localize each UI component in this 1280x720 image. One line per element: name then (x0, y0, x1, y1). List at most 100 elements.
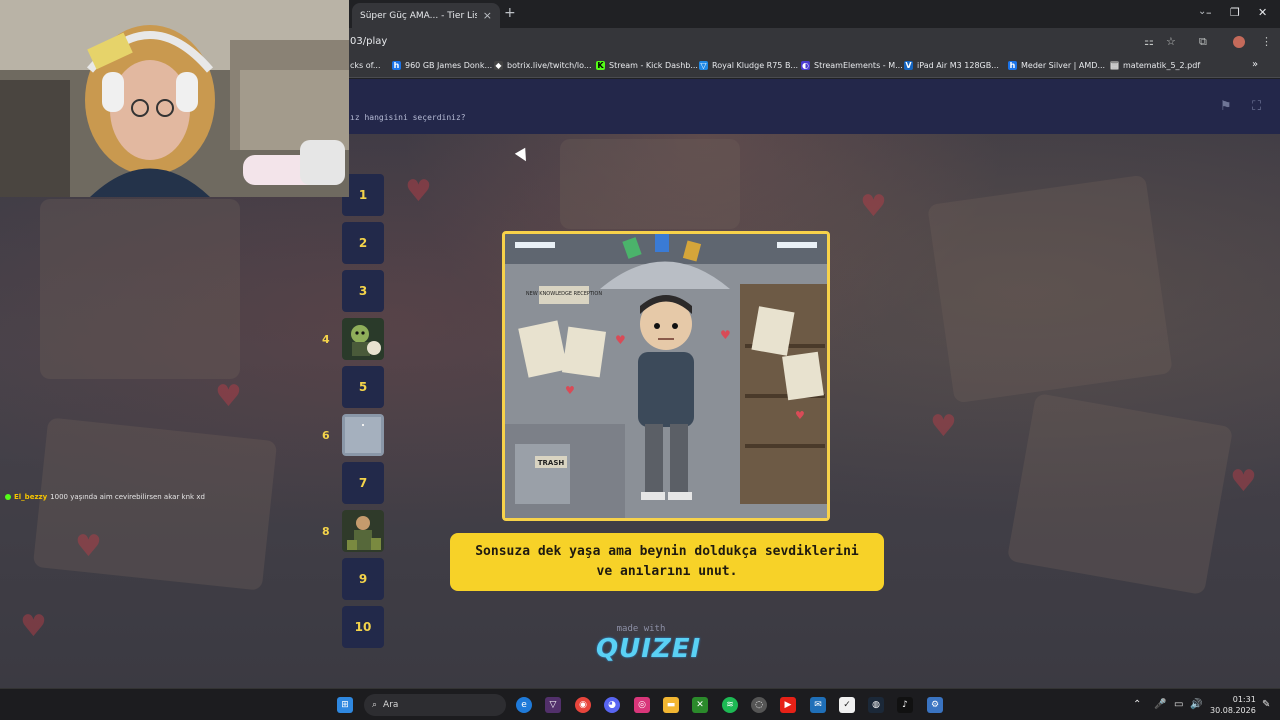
rank-slot-3[interactable]: 3 (342, 270, 384, 312)
windows-start-icon[interactable]: ⊞ (337, 697, 353, 713)
rank-label-8: 8 (322, 525, 330, 538)
fullscreen-icon[interactable]: ⛶ (1252, 99, 1261, 114)
flag-icon[interactable]: ⚑ (1220, 99, 1232, 114)
mail-icon[interactable]: ✉ (810, 697, 826, 713)
forgetful-immortal-illustration: NEW KNOWLEDGE RECEPTION TRASH ♥ ♥ ♥ ♥ (505, 234, 827, 518)
new-tab-icon[interactable]: + (504, 5, 516, 21)
zombie-thumbnail-image (342, 318, 384, 360)
spotify-icon[interactable]: ≋ (722, 697, 738, 713)
search-icon: ⌕ (372, 700, 378, 710)
svg-text:♥: ♥ (720, 328, 731, 342)
tray-chevron-icon[interactable]: ⌃ (1133, 699, 1141, 710)
close-tab-icon[interactable]: × (483, 9, 492, 22)
menu-icon[interactable]: ⋮ (1261, 35, 1272, 48)
bookmark-favicon-icon: h (1008, 61, 1017, 70)
bookmark-favicon-icon: V (904, 61, 913, 70)
rank-slot-10[interactable]: 10 (342, 606, 384, 648)
rank-number: 10 (354, 620, 372, 634)
rank-number: 3 (358, 284, 368, 298)
bookmark-item[interactable]: cks of... (350, 61, 381, 70)
soldier-thumbnail-image (342, 510, 384, 552)
discord-icon[interactable]: ◕ (604, 697, 620, 713)
rank-number: 7 (358, 476, 368, 490)
translate-icon[interactable]: ⚏ (1144, 35, 1154, 48)
bookmarks-more-icon[interactable]: » (1252, 59, 1258, 70)
chat-message: El_bezzy 1000 yaşında aim cevirebilirsen… (5, 493, 205, 501)
option-card-image[interactable]: NEW KNOWLEDGE RECEPTION TRASH ♥ ♥ ♥ ♥ (502, 231, 830, 521)
tab-title: Süper Güç AMA... - Tier List, Kü (360, 10, 477, 21)
bookmark-item[interactable]: h 960 GB James Donk... (392, 61, 492, 70)
clock-date: 30.08.2026 (1210, 706, 1256, 715)
answer-text: Sonsuza dek yaşa ama beynin doldukça sev… (475, 544, 859, 579)
chrome-icon[interactable]: ◉ (575, 697, 591, 713)
bookmark-favicon-icon: h (392, 61, 401, 70)
screen: ♥ ♥ ♥ ♥ ♥ ♥ ♥ ız hangisini seçerdiniz? ⚑… (0, 0, 1280, 720)
rank-number: 2 (358, 236, 368, 250)
microphone-icon[interactable]: 🎤 (1154, 699, 1166, 710)
rank-slot-9[interactable]: 9 (342, 558, 384, 600)
search-placeholder: Ara (383, 700, 399, 710)
rank-number: 5 (358, 380, 368, 394)
active-tab[interactable]: Süper Güç AMA... - Tier List, Kü × (352, 3, 500, 28)
rank-label-4: 4 (322, 333, 330, 346)
answer-option[interactable]: Sonsuza dek yaşa ama beynin doldukça sev… (450, 533, 884, 591)
bookmark-label: StreamElements - M... (814, 61, 903, 70)
maximize-icon[interactable]: ❐ (1230, 6, 1240, 19)
svg-text:♥: ♥ (795, 409, 805, 422)
star-icon[interactable]: ☆ (1166, 35, 1176, 48)
rank-slot-7[interactable]: 7 (342, 462, 384, 504)
url-field[interactable]: 03/play (350, 36, 387, 47)
clock-time: 01:31 (1232, 695, 1256, 704)
quizei-branding[interactable]: made with QUIZEI (596, 624, 700, 664)
rank-label-6: 6 (322, 429, 330, 442)
system-clock[interactable]: 01:31 30.08.2026 (1210, 694, 1256, 716)
gear-icon[interactable]: ⚙ (927, 697, 943, 713)
bookmark-label: iPad Air M3 128GB... (917, 61, 999, 70)
minimize-icon[interactable]: – (1206, 6, 1212, 19)
bookmark-favicon-icon: K (596, 61, 605, 70)
xbox-icon[interactable]: ✕ (692, 697, 708, 713)
bookmark-item[interactable]: ▽ Royal Kludge R75 B... (699, 61, 798, 70)
rank-slot-8-thumbnail[interactable] (342, 510, 384, 552)
bookmark-item[interactable]: h Meder Silver | AMD... (1008, 61, 1105, 70)
notes-icon[interactable]: ✓ (839, 697, 855, 713)
rank-slot-4-thumbnail[interactable] (342, 318, 384, 360)
bookmark-favicon-icon: ◐ (801, 61, 810, 70)
webcam-overlay (0, 0, 349, 197)
youtube-icon[interactable]: ▶ (780, 697, 796, 713)
rank-slot-6-thumbnail[interactable] (342, 414, 384, 456)
tiktok-icon[interactable]: ♪ (897, 697, 913, 713)
bookmark-item[interactable]: ◐ StreamElements - M... (801, 61, 903, 70)
profile-avatar[interactable] (1233, 36, 1245, 48)
extensions-icon[interactable]: ⧉ (1199, 35, 1207, 49)
rank-slot-5[interactable]: 5 (342, 366, 384, 408)
bookmark-favicon-icon: ▤ (1110, 61, 1119, 70)
folder-icon[interactable]: ▬ (663, 697, 679, 713)
app-icon[interactable]: ▽ (545, 697, 561, 713)
close-window-icon[interactable]: ✕ (1258, 6, 1267, 19)
bookmark-item[interactable]: K Stream - Kick Dashb... (596, 61, 698, 70)
bookmark-item[interactable]: ◆ botrix.live/twitch/lo... (494, 61, 592, 70)
bookmark-item[interactable]: ▤ matematik_5_2.pdf (1110, 61, 1200, 70)
bookmark-label: matematik_5_2.pdf (1123, 61, 1201, 70)
rank-number: 1 (358, 188, 368, 202)
svg-text:♥: ♥ (565, 384, 575, 397)
taskbar-search[interactable]: ⌕ Ara (364, 694, 506, 716)
bookmark-label: botrix.live/twitch/lo... (507, 61, 592, 70)
network-icon[interactable]: ▭ (1174, 699, 1183, 710)
volume-icon[interactable]: 🔊 (1190, 699, 1202, 710)
rank-number: 9 (358, 572, 368, 586)
bookmark-favicon-icon: ◆ (494, 61, 503, 70)
obs-icon[interactable]: ◌ (751, 697, 767, 713)
bookmark-label: 960 GB James Donk... (405, 61, 493, 70)
chat-text: 1000 yaşında aim cevirebilirsen akar knk… (50, 493, 205, 501)
notification-icon[interactable]: ✎ (1262, 699, 1270, 710)
chat-username: El_bezzy (14, 493, 48, 501)
trash-label-text: TRASH (538, 459, 565, 467)
bookmark-item[interactable]: ViPad Air M3 128GB... (904, 61, 999, 70)
empty-room-thumbnail-image (342, 414, 384, 456)
rank-slot-2[interactable]: 2 (342, 222, 384, 264)
instagram-icon[interactable]: ◎ (634, 697, 650, 713)
edge-icon[interactable]: e (516, 697, 532, 713)
steam-icon[interactable]: ◍ (868, 697, 884, 713)
